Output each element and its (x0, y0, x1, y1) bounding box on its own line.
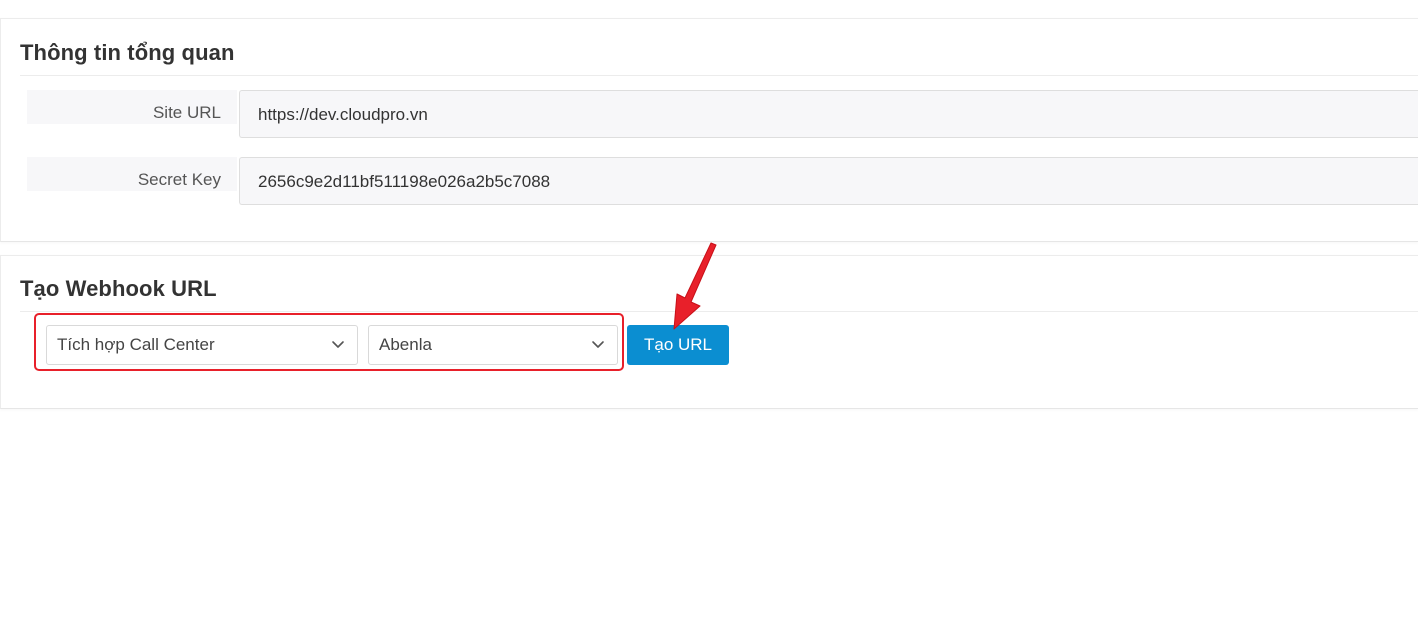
integration-select-value: Tích hợp Call Center (57, 335, 215, 354)
site-url-label: Site URL (27, 90, 237, 124)
integration-select[interactable]: Tích hợp Call Center (46, 325, 358, 365)
chevron-down-icon (332, 341, 344, 348)
overview-panel: Thông tin tổng quan Site URL https://dev… (0, 18, 1418, 242)
secret-key-label: Secret Key (27, 157, 237, 191)
chevron-down-icon (592, 341, 604, 348)
overview-divider (20, 75, 1418, 76)
webhook-title: Tạo Webhook URL (20, 276, 217, 301)
red-arrow-annotation-icon (673, 242, 717, 330)
secret-key-value[interactable]: 2656c9e2d11bf511198e026a2b5c7088 (239, 157, 1418, 205)
provider-select-value: Abenla (379, 335, 432, 354)
site-url-value[interactable]: https://dev.cloudpro.vn (239, 90, 1418, 138)
provider-select[interactable]: Abenla (368, 325, 618, 365)
overview-title: Thông tin tổng quan (20, 40, 235, 65)
